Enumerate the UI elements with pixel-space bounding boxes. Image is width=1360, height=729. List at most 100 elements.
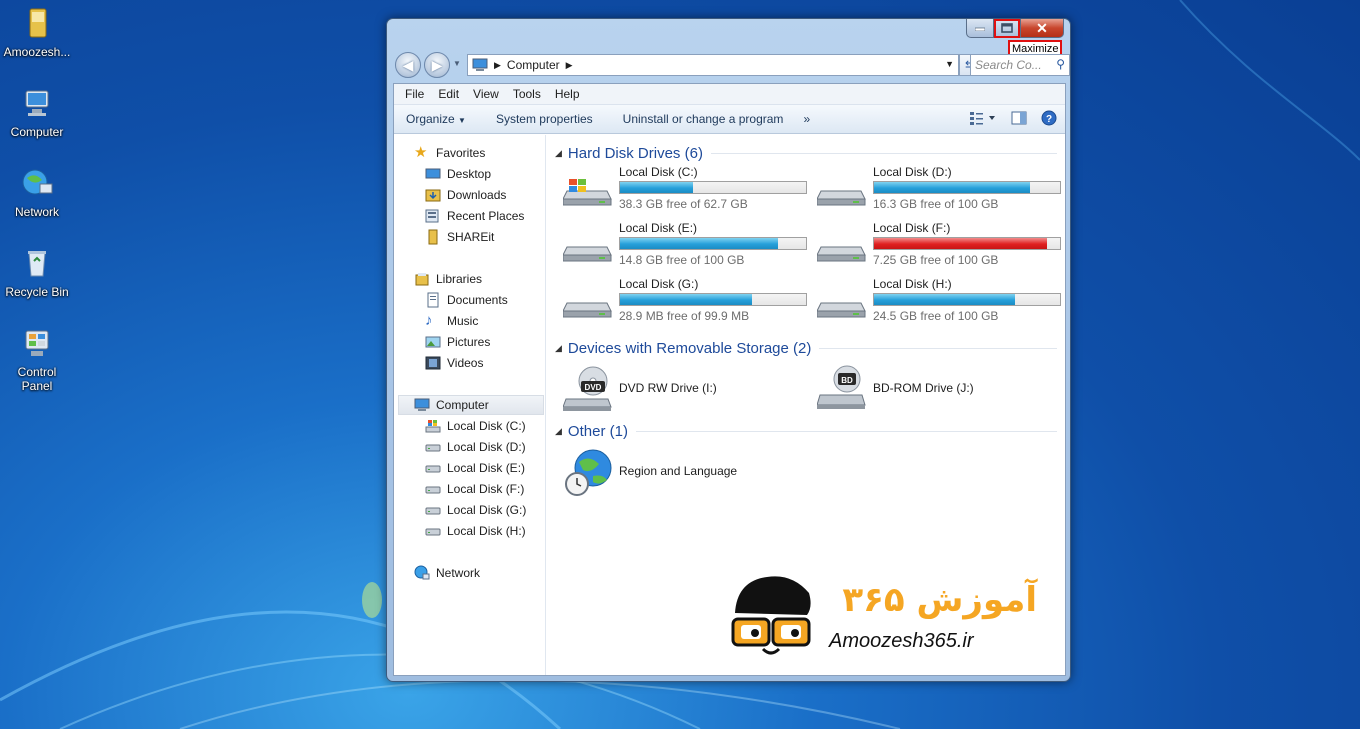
nav-label: Videos [447,356,484,370]
nav-label: Music [447,314,479,328]
group-title: Hard Disk Drives (6) [567,144,703,162]
group-title: Other (1) [567,422,628,440]
back-button[interactable]: ◀ [395,52,421,78]
nav-item-disk-d[interactable]: Local Disk (D:) [425,439,526,455]
drive-name: Local Disk (F:) [873,221,951,235]
nav-libraries[interactable]: Libraries [414,271,482,287]
nav-favorites[interactable]: ★ Favorites [414,145,485,161]
logo-url-text: Amoozesh365.ir [828,630,975,652]
drive-name: Local Disk (D:) [873,165,952,179]
group-header-other[interactable]: ◢ Other (1) [555,421,1057,441]
nav-item-disk-g[interactable]: Local Disk (G:) [425,502,526,518]
drive-usage-bar [619,237,807,250]
drive-tile[interactable]: Local Disk (D:) 16.3 GB free of 100 GB [817,165,1067,215]
nav-item-recent-places[interactable]: Recent Places [425,208,524,224]
organize-button[interactable]: Organize ▼ [406,112,466,126]
nav-item-disk-h[interactable]: Local Disk (H:) [425,523,526,539]
address-location[interactable]: Computer [507,58,560,72]
drive-free-space: 16.3 GB free of 100 GB [873,197,999,211]
bd-drive[interactable]: BD BD-ROM Drive (J:) [817,365,1067,415]
drive-tile[interactable]: Local Disk (F:) 7.25 GB free of 100 GB [817,221,1067,271]
breadcrumb-separator-icon[interactable]: ▶ [566,60,573,71]
nav-item-disk-e[interactable]: Local Disk (E:) [425,460,525,476]
desktop-icon-amoozesh[interactable]: Amoozesh... [2,6,72,59]
drive-usage-fill [874,238,1047,249]
nav-item-shareit[interactable]: SHAREit [425,229,494,245]
command-bar: Organize ▼ System properties Uninstall o… [394,105,1065,134]
menu-help[interactable]: Help [548,87,587,101]
collapse-icon[interactable]: ◢ [555,343,562,354]
view-controls: ? [969,110,1057,129]
drive-tile[interactable]: Local Disk (E:) 14.8 GB free of 100 GB [563,221,813,271]
collapse-icon[interactable]: ◢ [555,426,562,437]
group-header-removable[interactable]: ◢ Devices with Removable Storage (2) [555,338,1057,358]
preview-pane-button[interactable] [1011,111,1027,128]
drive-name: Local Disk (H:) [873,277,952,291]
system-properties-button[interactable]: System properties [496,112,593,126]
forward-button[interactable]: ▶ [424,52,450,78]
computer-icon [414,398,430,411]
drive-usage-fill [874,182,1031,193]
nav-label: Local Disk (F:) [447,482,525,496]
drive-usage-bar [873,181,1061,194]
nav-label: Local Disk (D:) [447,440,526,454]
nav-item-desktop[interactable]: Desktop [425,166,491,182]
uninstall-program-button[interactable]: Uninstall or change a program [623,112,784,126]
computer-icon [472,58,488,71]
maximize-icon [1001,23,1013,33]
search-input[interactable]: Search Co... ⚲ [970,54,1070,76]
navigation-bar: ◀ ▶ ▼ ▶ Computer ▶ ▼ ⇆ Search Co... ⚲ [395,51,1070,78]
nav-item-pictures[interactable]: Pictures [425,334,490,350]
more-commands-button[interactable]: » [803,112,810,126]
minimize-button[interactable] [966,19,994,38]
hard-disk-icon [817,302,866,318]
folder-icon [428,229,438,245]
recent-pages-dropdown[interactable]: ▼ [453,59,461,68]
nav-label: Favorites [436,146,486,160]
nav-item-downloads[interactable]: Downloads [425,187,506,203]
menu-file[interactable]: File [398,87,431,101]
collapse-icon[interactable]: ◢ [555,148,562,159]
pictures-icon [425,336,441,348]
desktop-icon-recycle-bin[interactable]: Recycle Bin [2,246,72,299]
group-header-hard-disks[interactable]: ◢ Hard Disk Drives (6) [555,143,1057,163]
address-dropdown-icon[interactable]: ▼ [945,59,954,69]
music-icon: ♪ [425,312,433,329]
drive-name: BD-ROM Drive (J:) [873,381,974,395]
drive-free-space: 28.9 MB free of 99.9 MB [619,309,750,323]
close-button[interactable]: ✕ [1020,19,1064,38]
menu-edit[interactable]: Edit [431,87,466,101]
region-and-language-item[interactable]: Region and Language [563,448,813,498]
nav-item-videos[interactable]: Videos [425,355,483,371]
nav-label: Local Disk (H:) [447,524,526,538]
nav-item-music[interactable]: ♪ Music [425,313,478,329]
hard-disk-icon [817,246,866,262]
maximize-button[interactable] [994,19,1020,38]
search-icon[interactable]: ⚲ [1056,57,1065,71]
menu-view[interactable]: View [466,87,506,101]
change-view-button[interactable] [969,111,997,128]
desktop-icon-control-panel[interactable]: Control Panel [2,326,72,393]
desktop-icon-computer[interactable]: Computer [2,86,72,139]
help-button[interactable]: ? [1041,110,1057,129]
drive-tile[interactable]: Local Disk (H:) 24.5 GB free of 100 GB [817,277,1067,327]
drive-name: Local Disk (E:) [619,221,698,235]
address-bar[interactable]: ▶ Computer ▶ ▼ [467,54,959,76]
minimize-icon [975,27,985,31]
drive-tile[interactable]: Local Disk (G:) 28.9 MB free of 99.9 MB [563,277,813,327]
recent-places-icon [425,209,439,223]
breadcrumb-separator-icon[interactable]: ▶ [494,60,501,71]
dvd-drive[interactable]: DVD DVD RW Drive (I:) [563,365,813,415]
network-icon [414,565,430,580]
nav-network[interactable]: Network [414,565,480,581]
nav-item-documents[interactable]: Documents [425,292,508,308]
menu-tools[interactable]: Tools [506,87,548,101]
nav-item-disk-f[interactable]: Local Disk (F:) [425,481,524,497]
drive-tile[interactable]: Local Disk (C:) 38.3 GB free of 62.7 GB [563,165,813,215]
recycle-bin-icon [28,251,46,277]
drive-name: DVD RW Drive (I:) [619,381,717,395]
nav-item-disk-c[interactable]: Local Disk (C:) [425,418,526,434]
nav-computer[interactable]: Computer [414,397,489,413]
desktop-icon-network[interactable]: Network [2,166,72,219]
hard-disk-icon [563,302,612,318]
